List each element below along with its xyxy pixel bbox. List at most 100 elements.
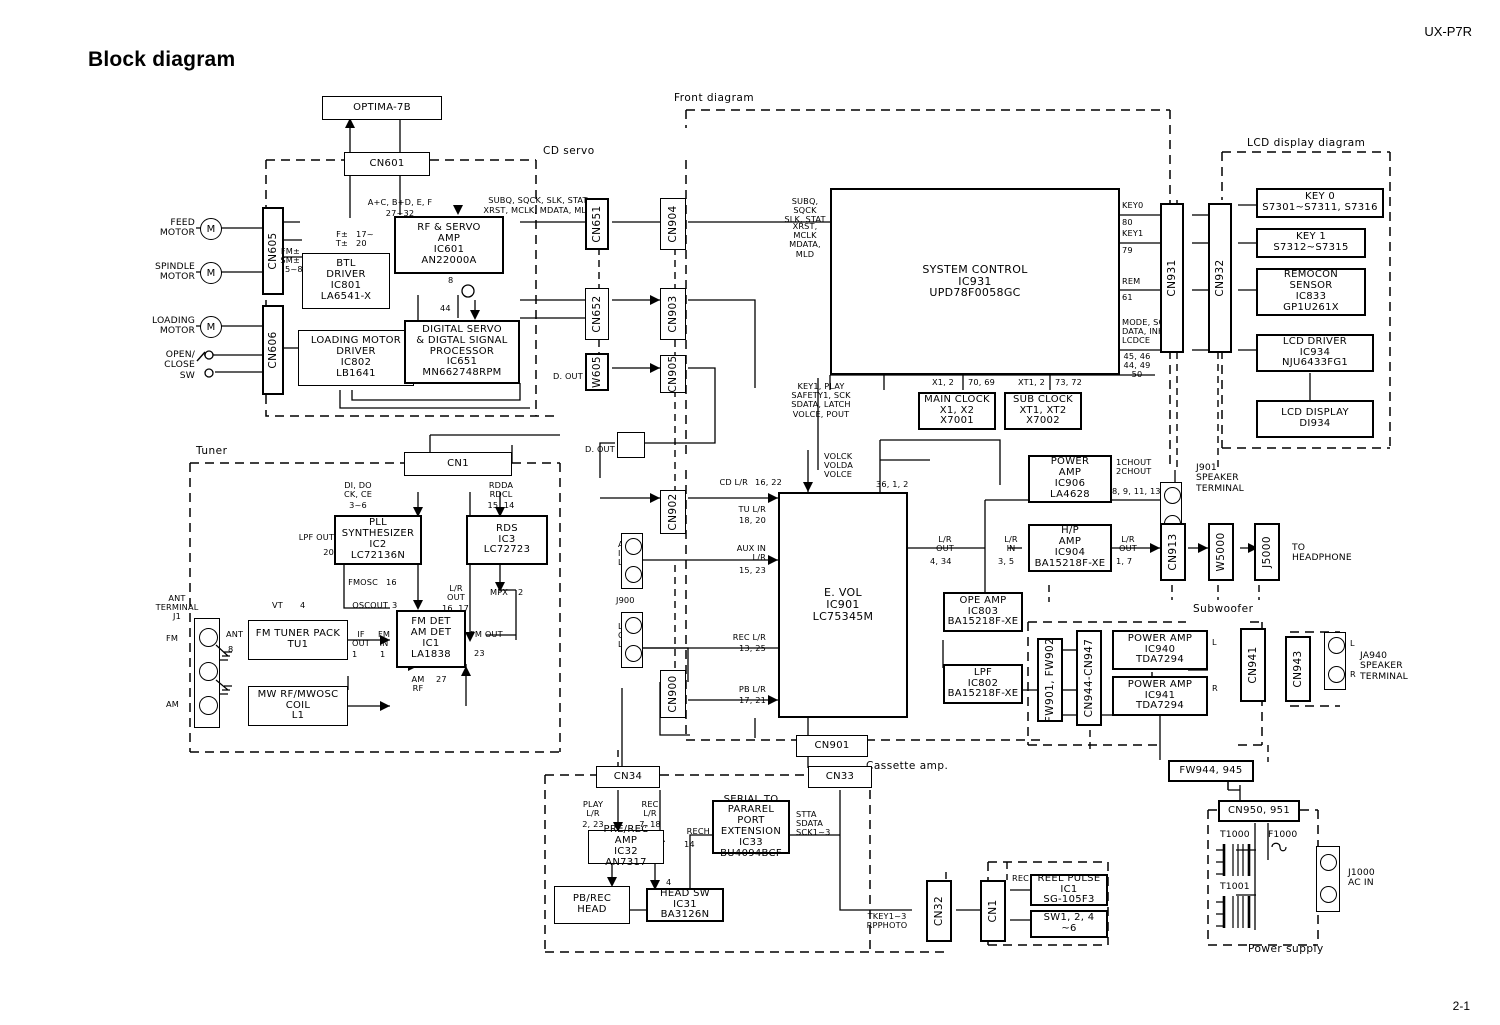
label-rec-lr-num: 13, 25 xyxy=(739,643,766,653)
label-am-rf: AM RF xyxy=(411,674,425,694)
block-lcd-display: LCD DISPLAY DI934 xyxy=(1256,400,1374,438)
label-lr-out2: L/R OUT xyxy=(1119,534,1137,554)
label-pins-5-8: 5~8 xyxy=(285,264,303,274)
block-ope-amp: OPE AMP IC803 BA15218F-XE xyxy=(943,592,1023,632)
connector-cn944-cn947: CN944-CN947 xyxy=(1076,630,1102,726)
label-cd-lr: CD L/R xyxy=(719,477,748,487)
label-if-out-num: 1 xyxy=(352,649,358,659)
label-pins-17-20: 17~ 20 xyxy=(356,229,374,249)
label-to-headphone: TO HEADPHONE xyxy=(1292,542,1352,564)
label-abcdef: A+C, B+D, E, F xyxy=(367,197,433,207)
label-xt12: XT1, 2 xyxy=(1018,377,1045,387)
aux-jack-l xyxy=(625,538,642,555)
block-pb-rec-head: PB/REC HEAD xyxy=(554,886,630,924)
block-mw-coil: MW RF/MWOSC COIL L1 xyxy=(248,686,348,726)
label-rec: REC xyxy=(1012,873,1030,883)
block-power-amp-906: POWER AMP IC906 LA4628 xyxy=(1028,455,1112,503)
label-sub-l: L xyxy=(1212,637,1217,647)
line-out-jack-r xyxy=(625,645,642,662)
block-system-control: SYSTEM CONTROL IC931 UPD78F0058GC xyxy=(830,188,1120,375)
label-rec-lr-cass: REC L/R xyxy=(641,799,659,819)
label-pin-8: 8 xyxy=(448,275,454,285)
connector-cn32: CN32 xyxy=(926,880,952,942)
label-rem-num: 61 xyxy=(1122,292,1133,302)
label-volck-num: 36, 1, 2 xyxy=(876,479,909,489)
label-ant: ANT xyxy=(226,629,244,639)
block-head-sw: HEAD SW IC31 BA3126N xyxy=(646,888,724,922)
label-lr-out2-num: 1, 7 xyxy=(1116,556,1133,566)
block-remocon-sensor: REMOCON SENSOR IC833 GP1U261X xyxy=(1256,268,1366,316)
label-aux-in-lr: AUX IN L/R xyxy=(736,543,766,563)
label-f-t: F± T± xyxy=(335,229,348,249)
label-rdda-num: 15, 14 xyxy=(487,500,515,510)
label-ja940-r: R xyxy=(1350,669,1356,679)
label-fm-sm: FM± SM± xyxy=(280,246,300,266)
block-fm-am-det: FM DET AM DET IC1 LA1838 xyxy=(396,610,466,668)
label-t1001: T1001 xyxy=(1220,881,1250,892)
block-lpf: LPF IC802 BA15218F-XE xyxy=(943,664,1023,704)
block-key0: KEY 0 S7301~S7311, S7316 xyxy=(1256,188,1384,218)
block-cn34: CN34 xyxy=(596,766,660,788)
label-lr-out-tuner-num: 16, 17 xyxy=(442,603,469,613)
connector-cn652: CN652 xyxy=(585,288,609,340)
label-f1000: F1000 xyxy=(1268,829,1298,840)
label-lpf-out: LPF OUT xyxy=(298,532,334,542)
label-lr-in: L/R IN xyxy=(1004,534,1018,554)
block-key1: KEY 1 S7312~S7315 xyxy=(1256,228,1366,258)
block-hp-amp: H/P AMP IC904 BA15218F-XE xyxy=(1028,524,1112,572)
block-sub-clock: SUB CLOCK XT1, XT2 X7002 xyxy=(1004,392,1082,430)
label-mode-nums: 45, 46 44, 49 50 xyxy=(1123,351,1151,380)
label-if-out: IF OUT xyxy=(352,629,370,649)
j1000-jack-hole-1 xyxy=(1320,854,1337,871)
connector-w5000: W5000 xyxy=(1208,523,1234,581)
block-power-amp-941: POWER AMP IC941 TDA7294 xyxy=(1112,676,1208,716)
label-t1000: T1000 xyxy=(1220,829,1250,840)
label-aux-in-num: 15, 23 xyxy=(739,565,766,575)
label-vt-num: 4 xyxy=(300,600,306,610)
block-dout-node xyxy=(617,432,645,458)
ant-jack-am xyxy=(199,696,218,715)
block-reel-pulse: REEL PULSE IC1 SG-105F3 xyxy=(1030,873,1108,906)
label-key1-num: 79 xyxy=(1122,245,1133,255)
label-pb-lr: PB L/R xyxy=(738,684,766,694)
label-rec-lr-cass-num: 7, 18 xyxy=(639,819,661,829)
block-cn950-951: CN950, 951 xyxy=(1218,800,1300,822)
connector-cn651: CN651 xyxy=(585,198,609,250)
block-serial-to-parallel: SERIAL TO PARAREL PORT EXTENSION IC33 BU… xyxy=(712,794,790,858)
block-cn901: CN901 xyxy=(796,735,868,757)
label-pins-27-32: 27~32 xyxy=(385,208,415,218)
label-head-sw-num: 4 xyxy=(666,877,672,887)
label-rech: RECH xyxy=(686,826,710,836)
transformer-and-fuse-symbols xyxy=(1216,842,1287,928)
label-fm-out: FM OUT xyxy=(470,629,503,639)
connector-cn903: CN903 xyxy=(660,288,686,340)
block-lcd-driver: LCD DRIVER IC934 NJU6433FG1 xyxy=(1256,334,1374,372)
block-evol: E. VOL IC901 LC75345M xyxy=(778,492,908,718)
label-d-out-2: D. OUT xyxy=(585,444,615,454)
label-j901-speaker: J901 SPEAKER TERMINAL xyxy=(1196,462,1244,494)
label-fm-in: FM IN xyxy=(377,629,391,649)
connector-j5000: J5000 xyxy=(1254,523,1280,581)
label-xt12-num: 73, 72 xyxy=(1055,377,1082,387)
label-mpx-num: 2 xyxy=(518,587,524,597)
label-fmosc: FMOSC xyxy=(348,577,378,587)
label-stta: STTA SDATA SCK1~3 xyxy=(796,809,831,838)
label-subq-1: SUBQ, SQCK, SLK, STAT xyxy=(488,195,588,205)
label-subq-2: XRST, MCLK, MDATA, MLD xyxy=(483,205,593,215)
connector-cn900: CN900 xyxy=(660,670,686,718)
ja940-jack-r xyxy=(1328,666,1345,683)
connector-cn905: CN905 xyxy=(660,355,686,393)
ant-jack-fm xyxy=(199,628,218,647)
label-fmosc-num: 16 xyxy=(386,577,397,587)
block-fm-tuner-pack: FM TUNER PACK TU1 xyxy=(248,620,348,660)
ja940-jack-l xyxy=(1328,637,1345,654)
connector-cn943: CN943 xyxy=(1285,636,1311,702)
label-j900: J900 xyxy=(616,595,635,605)
label-ant-am: AM xyxy=(166,699,179,709)
label-tkey: TKEY1~3 RPPHOTO xyxy=(866,911,908,931)
connector-cn902: CN902 xyxy=(660,490,686,534)
label-oscout: OSCOUT xyxy=(352,600,388,610)
label-subq-sc-2: XRST, MCLK MDATA, MLD xyxy=(789,221,821,259)
label-key1-play: KEY1, PLAY SAFETY1, SCK SDATA, LATCH VOL… xyxy=(791,381,851,419)
label-d-out-1: D. OUT xyxy=(553,371,583,381)
